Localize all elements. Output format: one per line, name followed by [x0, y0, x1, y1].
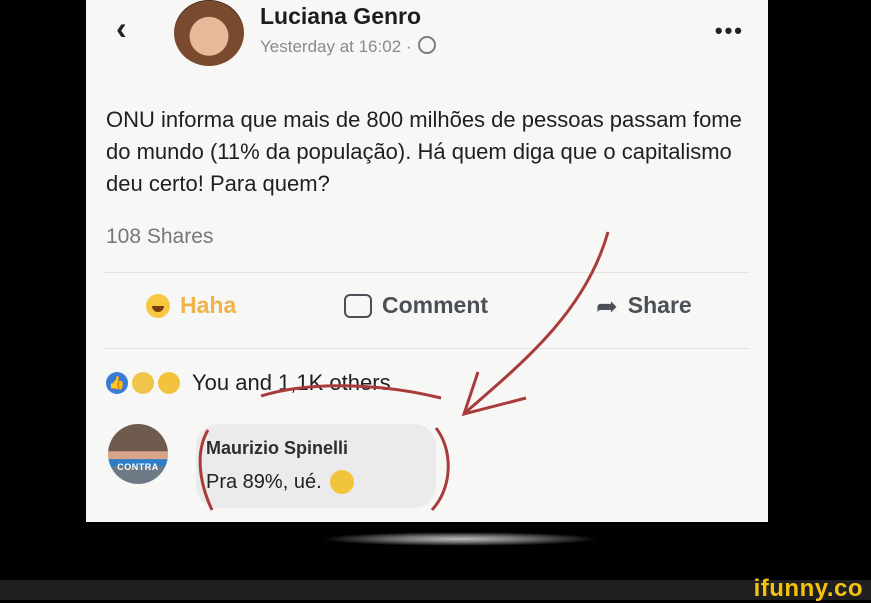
share-button[interactable]: ➦ Share: [596, 292, 692, 319]
commenter-avatar[interactable]: [108, 424, 168, 484]
sad-icon: [132, 372, 154, 394]
haha-label: Haha: [180, 292, 237, 318]
haha-reaction-button[interactable]: Haha: [146, 292, 236, 319]
comment-button[interactable]: Comment: [344, 292, 488, 319]
post-text: ONU informa que mais de 800 milhões de p…: [106, 107, 742, 196]
comment-label: Comment: [382, 292, 489, 318]
share-label: Share: [627, 292, 692, 318]
share-icon: ➦: [596, 290, 618, 321]
back-button[interactable]: ‹: [116, 12, 127, 44]
comment-body: Pra 89%, ué.: [206, 470, 322, 493]
think-emoji-icon: [329, 470, 354, 494]
ifunny-watermark: ifunny.co: [753, 575, 863, 602]
annotation-arrowhead: [461, 371, 527, 417]
divider: [104, 348, 750, 349]
screen-glare: [320, 532, 600, 546]
annotation-line: [465, 231, 610, 414]
divider: [104, 272, 750, 273]
post-timestamp-row: Yesterday at 16:02 ·: [260, 36, 437, 57]
comment-bubble: [196, 424, 436, 508]
post-author[interactable]: Luciana Genro: [260, 3, 421, 30]
post-timestamp: Yesterday at 16:02 ·: [260, 37, 412, 56]
commenter-name[interactable]: Maurizio Spinelli: [206, 438, 348, 459]
like-icon: 👍: [106, 372, 128, 394]
footer-bar: [0, 580, 871, 600]
author-avatar[interactable]: [174, 0, 244, 66]
more-options-button[interactable]: •••: [715, 18, 744, 44]
facebook-post-card: ‹ Luciana Genro Yesterday at 16:02 · •••…: [86, 0, 768, 522]
reactions-text: You and 1,1K others: [192, 370, 391, 395]
haha-icon: [146, 293, 170, 318]
shares-count[interactable]: 108 Shares: [106, 225, 213, 249]
commenter-avatar-badge: CONTRA: [117, 462, 159, 472]
haha-icon: [158, 372, 180, 394]
comment-icon: [344, 293, 372, 318]
reactions-summary[interactable]: 👍 You and 1,1K others: [106, 370, 391, 396]
globe-icon: [418, 36, 437, 54]
comment-text: Pra 89%, ué.: [206, 470, 354, 494]
